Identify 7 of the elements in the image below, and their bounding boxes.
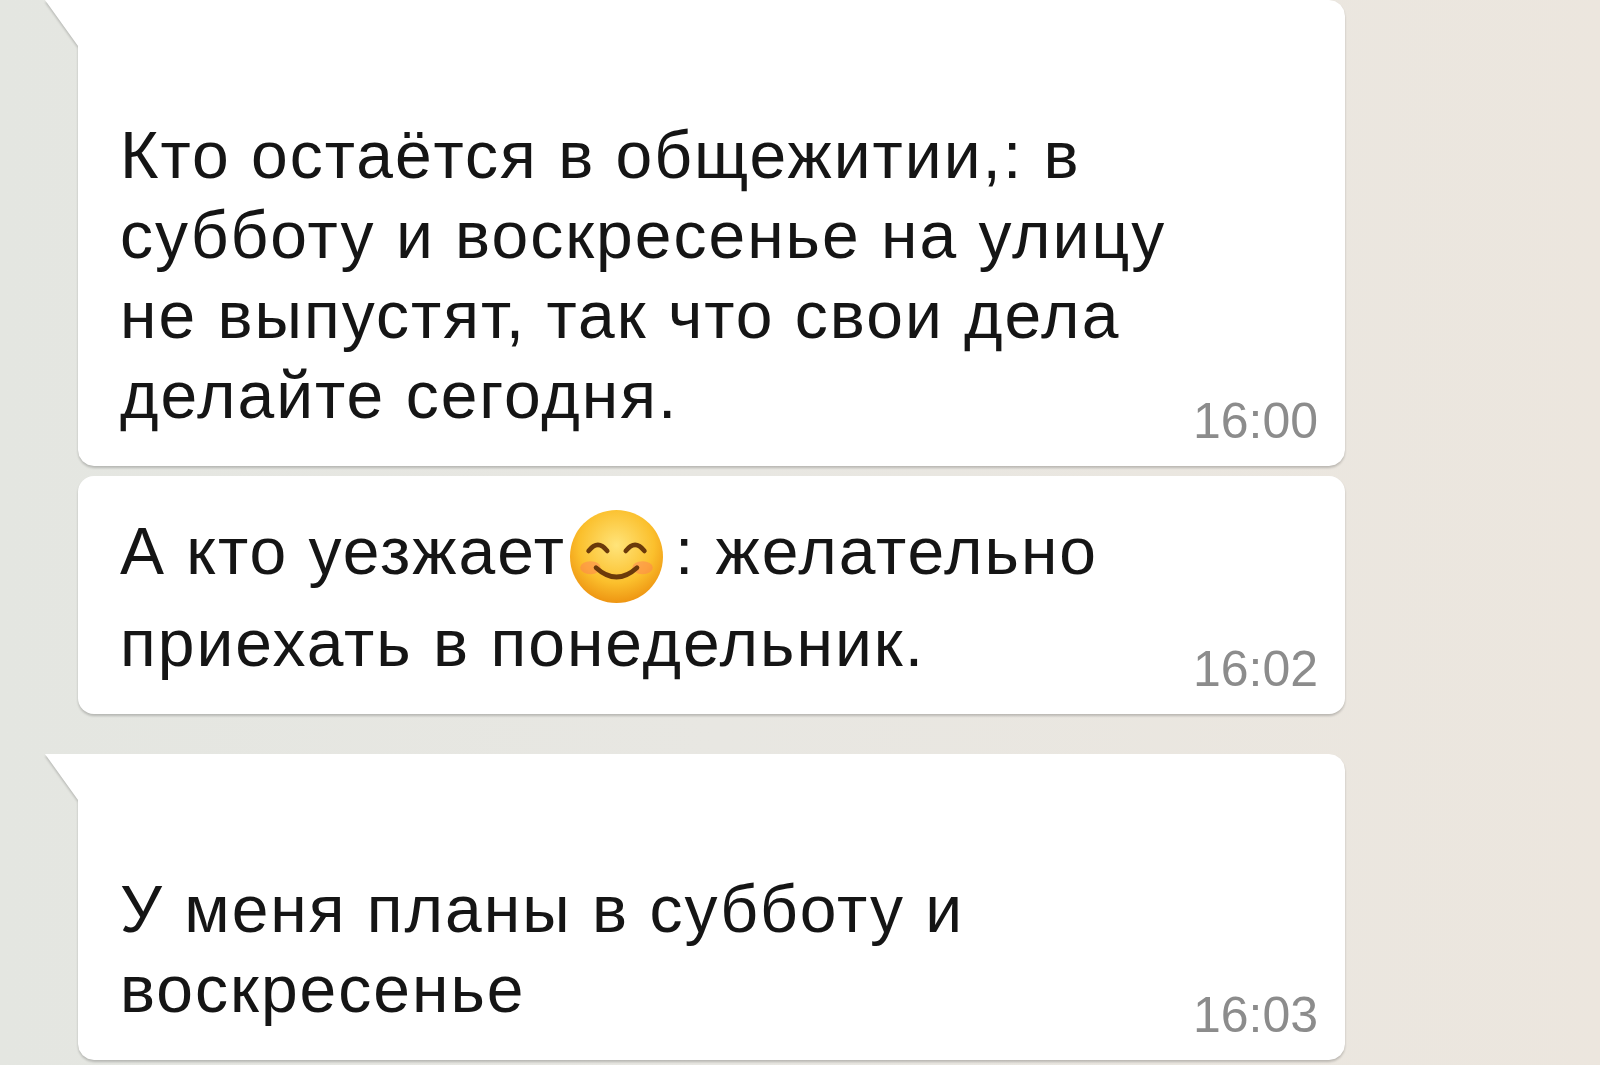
smiling-face-icon xyxy=(569,510,663,603)
message-time: 16:03 xyxy=(1192,990,1318,1040)
message-text: Кто остаётся в общежитии,: в субботу и воскресенье на улицу не выпустят, так что свои дела делайте сегодня. xyxy=(120,117,1168,434)
message-text: У меня планы в субботу и воскресенье xyxy=(120,871,966,1028)
message-text: А кто уезжает : желательно приехать в понедельник. xyxy=(120,510,1185,683)
message-time: 16:02 xyxy=(1192,644,1318,694)
message-time: 16:00 xyxy=(1192,396,1318,446)
